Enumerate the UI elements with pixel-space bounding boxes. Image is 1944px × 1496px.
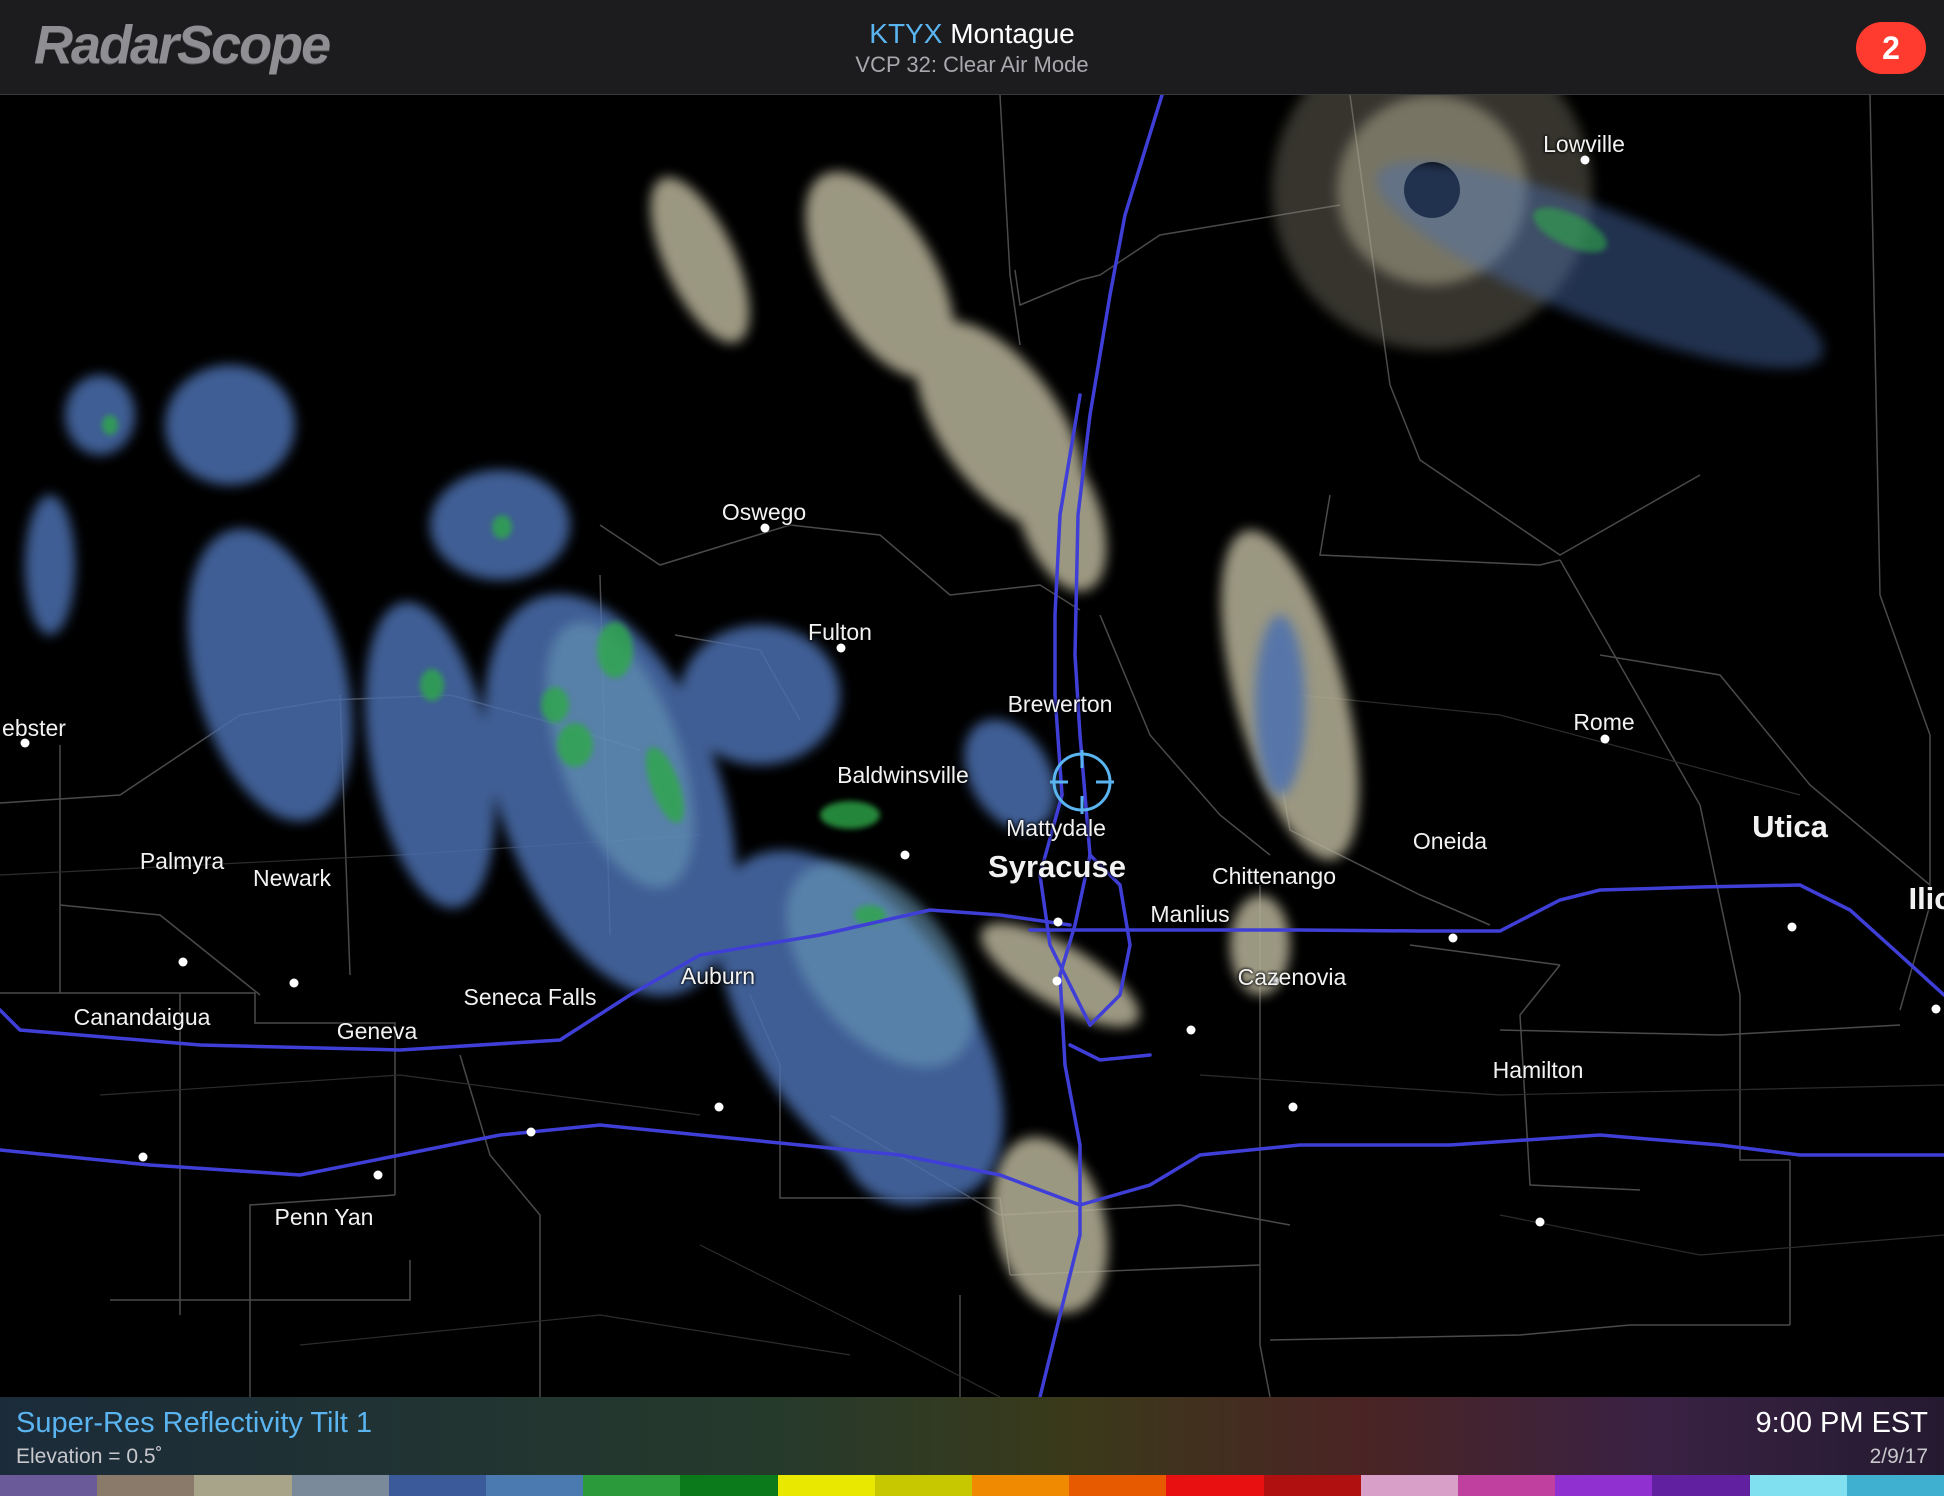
city-dot bbox=[526, 1127, 536, 1137]
scale-segment bbox=[291, 1475, 389, 1496]
city-dot bbox=[1535, 1217, 1545, 1227]
city-dot bbox=[1600, 734, 1610, 744]
city-label-manlius: Manlius bbox=[1150, 901, 1230, 927]
city-dot bbox=[1580, 155, 1590, 165]
city-label-chittenango: Chittenango bbox=[1211, 863, 1337, 889]
radar-map-canvas bbox=[0, 95, 1944, 1397]
city-dot bbox=[1448, 933, 1458, 943]
city-label-geneva: Geneva bbox=[336, 1018, 418, 1044]
city-label-ilion: Ilic bbox=[1908, 881, 1944, 916]
city-label-syracuse: Syracuse bbox=[988, 849, 1126, 884]
city-label-penn-yan: Penn Yan bbox=[274, 1204, 374, 1230]
city-dot bbox=[178, 957, 188, 967]
scale-segment bbox=[972, 1475, 1070, 1496]
city-dot bbox=[1288, 1102, 1298, 1112]
scale-segment bbox=[1458, 1475, 1556, 1496]
city-dot bbox=[1186, 1025, 1196, 1035]
city-dot bbox=[1052, 976, 1062, 986]
city-label-canandaigua: Canandaigua bbox=[73, 1004, 211, 1030]
scale-segment bbox=[486, 1475, 584, 1496]
city-label-seneca-falls: Seneca Falls bbox=[463, 984, 597, 1010]
scale-segment bbox=[1263, 1475, 1361, 1496]
scale-segment bbox=[1069, 1475, 1167, 1496]
city-dot bbox=[1787, 922, 1797, 932]
city-dot bbox=[289, 978, 299, 988]
city-dot bbox=[836, 643, 846, 653]
city-dot bbox=[900, 850, 910, 860]
scale-segment bbox=[1166, 1475, 1264, 1496]
city-label-hamilton: Hamilton bbox=[1492, 1057, 1584, 1083]
city-label-cazenovia: Cazenovia bbox=[1237, 964, 1347, 990]
station-name[interactable]: Montague bbox=[950, 18, 1075, 49]
city-label-baldwinsville: Baldwinsville bbox=[837, 762, 969, 788]
city-dot bbox=[714, 1102, 724, 1112]
product-name[interactable]: Super-Res Reflectivity Tilt 1 bbox=[16, 1407, 372, 1440]
scale-segment bbox=[388, 1475, 487, 1496]
scale-segment bbox=[0, 1475, 98, 1496]
city-label-oswego: Oswego bbox=[721, 499, 807, 525]
scan-date: 2/9/17 bbox=[1869, 1445, 1928, 1468]
city-label-webster: ebster bbox=[2, 715, 66, 741]
vcp-mode: VCP 32: Clear Air Mode bbox=[855, 52, 1089, 77]
reflectivity-color-scale bbox=[0, 1475, 1944, 1496]
city-label-mattydale: Mattydale bbox=[1006, 815, 1106, 841]
scale-segment bbox=[874, 1475, 973, 1496]
city-dot bbox=[1053, 917, 1063, 927]
radar-station-selector[interactable]: KTYX Montague bbox=[0, 18, 1944, 50]
scale-segment bbox=[777, 1475, 875, 1496]
city-dot bbox=[373, 1170, 383, 1180]
elevation-label: Elevation = 0.5˚ bbox=[16, 1445, 163, 1468]
radar-map[interactable]: Lowville Oswego Fulton Brewerton ebster … bbox=[0, 95, 1944, 1397]
city-label-auburn: Auburn bbox=[680, 963, 756, 989]
scale-segment bbox=[1846, 1475, 1944, 1496]
city-dot bbox=[1931, 1004, 1941, 1014]
city-dot bbox=[138, 1152, 148, 1162]
station-code[interactable]: KTYX bbox=[869, 18, 942, 49]
top-toolbar: RadarScope KTYX Montague VCP 32: Clear A… bbox=[0, 0, 1944, 95]
scale-segment bbox=[194, 1475, 292, 1496]
scale-segment bbox=[1555, 1475, 1653, 1496]
scale-segment bbox=[97, 1475, 195, 1496]
scale-segment bbox=[1360, 1475, 1459, 1496]
scale-segment bbox=[1749, 1475, 1847, 1496]
city-label-palmyra: Palmyra bbox=[139, 848, 225, 874]
city-label-newark: Newark bbox=[253, 865, 331, 891]
city-label-lowville: Lowville bbox=[1543, 131, 1625, 157]
city-dot bbox=[20, 738, 30, 748]
city-label-rome: Rome bbox=[1573, 709, 1635, 735]
scale-segment bbox=[680, 1475, 778, 1496]
scale-segment bbox=[1652, 1475, 1750, 1496]
city-dot bbox=[760, 523, 770, 533]
city-label-oneida: Oneida bbox=[1412, 828, 1488, 854]
notification-badge[interactable]: 2 bbox=[1856, 22, 1926, 74]
city-label-brewerton: Brewerton bbox=[1007, 691, 1113, 717]
city-label-fulton: Fulton bbox=[808, 619, 872, 645]
scale-segment bbox=[583, 1475, 681, 1496]
city-label-utica: Utica bbox=[1752, 809, 1828, 844]
scan-time: 9:00 PM EST bbox=[1755, 1407, 1928, 1439]
